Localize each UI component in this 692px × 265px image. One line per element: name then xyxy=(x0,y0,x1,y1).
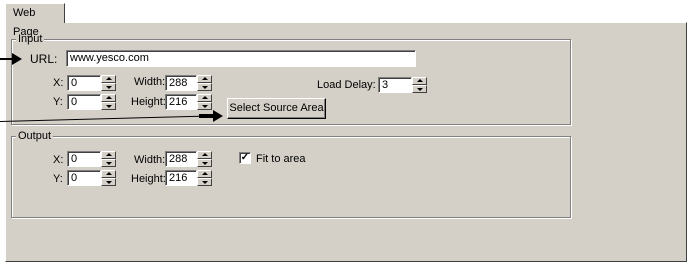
input-height-field[interactable]: 216 xyxy=(165,94,197,110)
tab-label: Web Page xyxy=(13,7,39,38)
input-width-spinner[interactable] xyxy=(197,75,212,91)
spin-up-icon[interactable] xyxy=(101,94,116,102)
load-delay-label: Load Delay: xyxy=(317,79,376,91)
arrow-right-icon xyxy=(199,110,223,122)
spin-up-icon[interactable] xyxy=(197,170,212,178)
spin-up-icon[interactable] xyxy=(101,170,116,178)
output-y-label: Y: xyxy=(53,173,63,185)
spin-down-icon[interactable] xyxy=(101,178,116,186)
url-input[interactable]: www.yesco.com xyxy=(66,50,416,67)
output-x-field[interactable]: 0 xyxy=(67,151,101,167)
spin-down-icon[interactable] xyxy=(101,102,116,110)
tab-web-page[interactable]: Web Page xyxy=(5,3,65,38)
arrow-right-icon xyxy=(12,53,22,65)
spin-up-icon[interactable] xyxy=(101,75,116,83)
url-label: URL: xyxy=(30,52,58,66)
input-y-field[interactable]: 0 xyxy=(67,94,101,110)
output-height-field[interactable]: 216 xyxy=(165,170,197,186)
output-height-spinner[interactable] xyxy=(197,170,212,186)
spin-down-icon[interactable] xyxy=(197,83,212,91)
output-width-spinner[interactable] xyxy=(197,151,212,167)
input-y-label: Y: xyxy=(53,96,63,108)
load-delay-spinner[interactable] xyxy=(412,77,427,93)
fit-to-area-label[interactable]: Fit to area xyxy=(256,152,306,166)
spin-up-icon[interactable] xyxy=(101,151,116,159)
output-width-field[interactable]: 288 xyxy=(165,151,197,167)
input-x-label: X: xyxy=(53,77,64,89)
spin-up-icon[interactable] xyxy=(412,77,427,85)
fit-to-area-checkbox[interactable]: ✓ xyxy=(239,152,251,164)
input-width-field[interactable]: 288 xyxy=(165,75,197,91)
output-width-label: Width: xyxy=(134,154,166,166)
spin-down-icon[interactable] xyxy=(101,159,116,167)
spin-down-icon[interactable] xyxy=(412,85,427,93)
input-width-label: Width: xyxy=(134,76,166,88)
output-x-label: X: xyxy=(53,154,64,166)
input-y-spinner[interactable] xyxy=(101,94,116,110)
input-height-label: Height: xyxy=(131,96,166,108)
load-delay-field[interactable]: 3 xyxy=(378,77,412,93)
output-x-spinner[interactable] xyxy=(101,151,116,167)
spin-down-icon[interactable] xyxy=(197,159,212,167)
input-height-spinner[interactable] xyxy=(197,94,212,110)
spin-down-icon[interactable] xyxy=(101,83,116,91)
spin-up-icon[interactable] xyxy=(197,151,212,159)
input-x-spinner[interactable] xyxy=(101,75,116,91)
select-source-area-button[interactable]: Select Source Area xyxy=(227,98,326,119)
spin-down-icon[interactable] xyxy=(197,178,212,186)
spin-up-icon[interactable] xyxy=(197,94,212,102)
output-group-title: Output xyxy=(16,130,54,142)
output-height-label: Height: xyxy=(131,173,166,185)
output-y-field[interactable]: 0 xyxy=(67,170,101,186)
input-x-field[interactable]: 0 xyxy=(67,75,101,91)
spin-down-icon[interactable] xyxy=(197,102,212,110)
output-y-spinner[interactable] xyxy=(101,170,116,186)
spin-up-icon[interactable] xyxy=(197,75,212,83)
